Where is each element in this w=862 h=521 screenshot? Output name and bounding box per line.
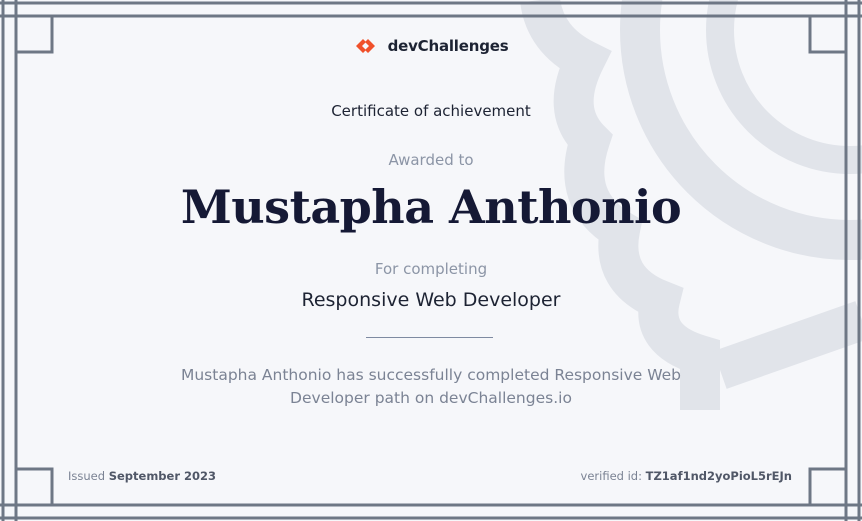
divider xyxy=(366,337,493,338)
certificate: devChallenges Certificate of achievement… xyxy=(0,0,862,521)
recipient-name: Mustapha Anthonio xyxy=(180,180,682,234)
verified-prefix: verified id: xyxy=(580,469,642,483)
awarded-label: Awarded to xyxy=(388,151,474,169)
issued-prefix: Issued xyxy=(68,469,106,483)
course-name: Responsive Web Developer xyxy=(301,289,561,311)
brand-logo: devChallenges xyxy=(0,37,862,55)
brand-name: devChallenges xyxy=(387,37,509,55)
certificate-title: Certificate of achievement xyxy=(331,102,531,120)
issued-date-value: September 2023 xyxy=(108,469,217,483)
issued-date: Issued September 2023 xyxy=(68,469,216,483)
certificate-description: Mustapha Anthonio has successfully compl… xyxy=(180,366,682,407)
verified-id: verified id: TZ1af1nd2yoPioL5rEJn xyxy=(581,469,792,483)
devchallenges-logo-icon xyxy=(355,39,378,53)
completing-label: For completing xyxy=(374,260,488,278)
verified-id-value: TZ1af1nd2yoPioL5rEJn xyxy=(645,469,792,483)
